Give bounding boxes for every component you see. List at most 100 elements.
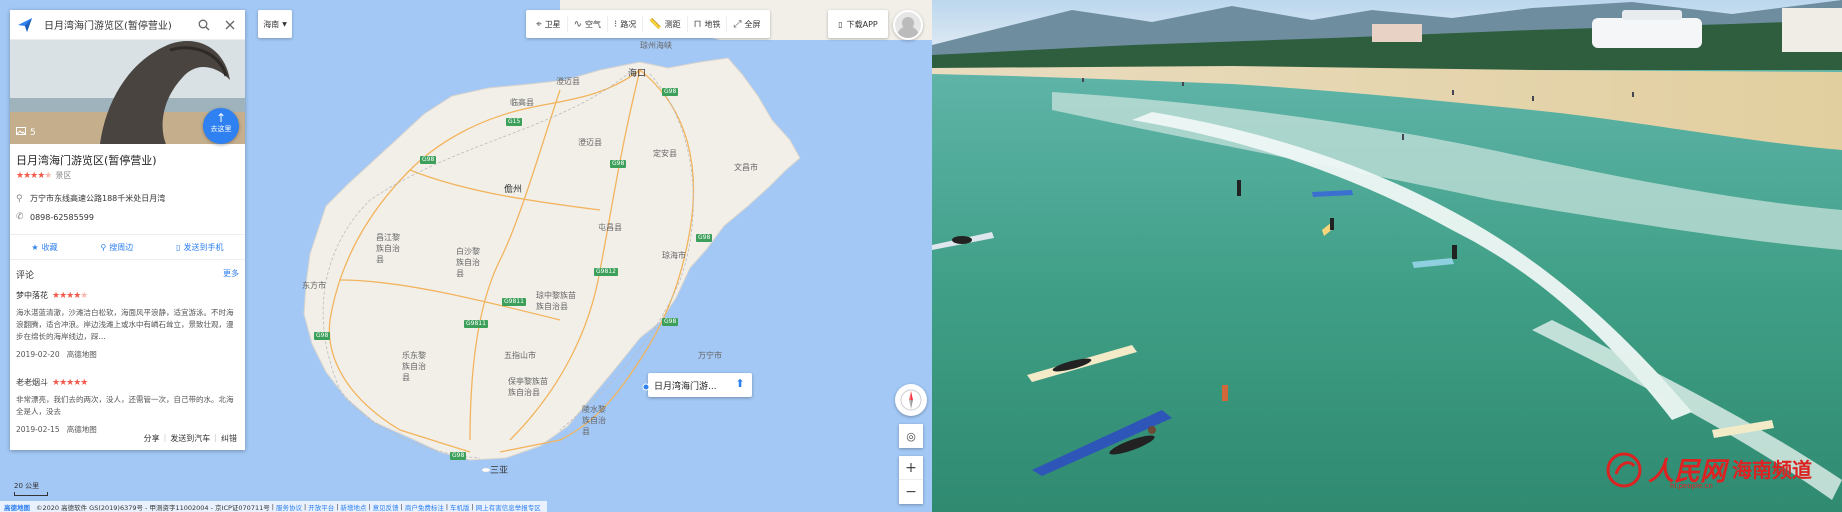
measure-button[interactable]: 📏 测距 bbox=[643, 16, 688, 32]
traffic-light-icon: ⁝ bbox=[614, 18, 618, 30]
reviews-header: 评论 更多 bbox=[10, 260, 245, 285]
poi-title: 日月湾海门游览区(暂停营业) bbox=[16, 154, 157, 167]
review-item: 老老烟斗 ★★★★★ 非常漂亮，我们去的两次，没人，还需管一次，自己带的水。北海… bbox=[10, 372, 245, 441]
phone-icon: ▯ bbox=[838, 19, 843, 29]
review-source: 高德地图 bbox=[66, 425, 97, 434]
copyright-bar: 高德地图 ©2020 高德软件 GS(2019)6379号 - 甲测资字1100… bbox=[0, 501, 547, 512]
road-badge: G98 bbox=[662, 318, 679, 326]
poi-action-bar: ★ 收藏 ⚲ 搜周边 ▯ 发送到手机 bbox=[10, 234, 245, 260]
zoom-control: + − bbox=[899, 456, 923, 504]
subway-icon: ⊓ bbox=[693, 18, 702, 30]
user-avatar[interactable] bbox=[893, 10, 923, 40]
place-label: 万宁市 bbox=[698, 351, 722, 360]
arrow-up-icon: ↑ bbox=[215, 111, 227, 125]
people-cn-watermark: 人民网 海南频道 hi.people.cn bbox=[1606, 451, 1812, 490]
marker-dot-icon bbox=[642, 383, 650, 391]
caret-down-icon: ▼ bbox=[282, 20, 287, 28]
watermark-url: hi.people.cn bbox=[1669, 482, 1713, 490]
place-label: 昌江黎族自治县 bbox=[376, 233, 400, 264]
phone-row: ✆ 0898-62585599 bbox=[10, 208, 245, 226]
send-to-car-button[interactable]: 发送到汽车 bbox=[170, 433, 210, 444]
place-label: 东方市 bbox=[302, 281, 326, 290]
road-badge: G98 bbox=[696, 234, 713, 242]
road-badge: G98 bbox=[610, 160, 627, 168]
zoom-out-button[interactable]: − bbox=[899, 480, 923, 504]
place-label: 海口 bbox=[628, 69, 647, 79]
traffic-button[interactable]: ⁝ 路况 bbox=[608, 16, 644, 32]
place-label: 临高县 bbox=[510, 98, 534, 107]
place-label: 保亭黎族苗族自治县 bbox=[508, 377, 548, 397]
star-icon: ★ bbox=[31, 242, 39, 252]
review-date: 2019-02-15 bbox=[16, 425, 60, 434]
footer-link[interactable]: 意见反馈 bbox=[373, 502, 399, 512]
review-source: 高德地图 bbox=[66, 350, 97, 359]
location-pin-icon: ⚲ bbox=[100, 242, 107, 252]
satellite-icon: ⌖ bbox=[536, 18, 542, 30]
map-scale: 20 公里 bbox=[14, 481, 48, 496]
rating-stars: ★★★★★ bbox=[16, 170, 52, 181]
rating-stars: ★★★★★ bbox=[52, 290, 88, 301]
poi-address: 万宁市东线高速公路188千米处日月湾 bbox=[30, 194, 166, 203]
footer-link[interactable]: 商户免费标注 bbox=[405, 502, 444, 512]
region-select[interactable]: 海南 ▼ bbox=[258, 10, 292, 38]
place-label: 三亚 bbox=[490, 466, 509, 476]
navigate-arrow-icon[interactable]: ⬆ bbox=[732, 377, 748, 393]
fullscreen-icon: ⤢ bbox=[733, 18, 742, 30]
people-logo-icon bbox=[1606, 452, 1642, 487]
road-badge: G98 bbox=[662, 88, 679, 96]
send-to-phone-button[interactable]: ▯ 发送到手机 bbox=[176, 242, 223, 253]
crosshair-icon: ◎ bbox=[906, 429, 916, 443]
footer-link[interactable]: 新增地点 bbox=[340, 502, 366, 512]
place-label: 琼中黎族苗族自治县 bbox=[536, 291, 576, 311]
poi-category: 景区 bbox=[55, 171, 72, 180]
satellite-button[interactable]: ⌖ 卫星 bbox=[530, 16, 568, 32]
air-icon: ∿ bbox=[573, 18, 583, 30]
place-label: 屯昌县 bbox=[598, 223, 622, 232]
amap-logo-icon[interactable] bbox=[16, 16, 34, 34]
footer-link[interactable]: 网上有害信息举报专区 bbox=[476, 502, 541, 512]
route-here-button[interactable]: ↑ 去这里 bbox=[203, 108, 239, 144]
review-author: 梦中落花 bbox=[16, 291, 48, 300]
review-text: 非常漂亮，我们去的两次，没人，还需管一次，自己带的水。北海全是人，没去 bbox=[16, 395, 234, 416]
search-input[interactable] bbox=[44, 19, 187, 30]
nearby-button[interactable]: ⚲ 搜周边 bbox=[100, 242, 133, 253]
download-app-button[interactable]: ▯ 下载APP bbox=[828, 10, 888, 38]
marker-label: 日月湾海门游... bbox=[654, 381, 717, 392]
footer-link[interactable]: 车机版 bbox=[450, 502, 470, 512]
place-label: 儋州 bbox=[504, 185, 523, 195]
locate-me-button[interactable]: ◎ bbox=[899, 424, 923, 448]
place-label: 乐东黎族自治县 bbox=[402, 351, 426, 382]
location-pin-icon: ⚲ bbox=[16, 193, 23, 204]
ruler-icon: 📏 bbox=[649, 18, 662, 30]
place-label: 五指山市 bbox=[504, 351, 536, 360]
place-label: 澄迈县 bbox=[578, 138, 602, 147]
photo-count: 5 bbox=[16, 127, 36, 138]
compass-control[interactable] bbox=[895, 384, 927, 416]
more-reviews-link[interactable]: 更多 bbox=[223, 268, 239, 281]
panel-footer: 分享 | 发送到汽车 | 纠错 bbox=[143, 433, 237, 444]
place-label: 定安县 bbox=[653, 149, 677, 158]
poi-phone: 0898-62585599 bbox=[30, 212, 94, 222]
footer-link[interactable]: 开放平台 bbox=[308, 502, 334, 512]
map-toolbar: ⌖ 卫星 ∿ 空气 ⁝ 路况 📏 测距 ⊓ 地铁 ⤢ 全屏 bbox=[526, 10, 771, 38]
address-row: ⚲ 万宁市东线高速公路188千米处日月湾 bbox=[10, 189, 245, 208]
subway-button[interactable]: ⊓ 地铁 bbox=[688, 16, 728, 32]
amap-brand[interactable]: 高德地图 bbox=[4, 502, 30, 512]
map-view[interactable]: 海口 琼州海峡 儋州 三亚 文昌市 定安县 澄迈县 临高县 屯昌县 琼海市 白沙… bbox=[0, 0, 932, 512]
share-button[interactable]: 分享 bbox=[144, 433, 160, 444]
road-badge: G98 bbox=[450, 452, 467, 460]
footer-link[interactable]: 服务协议 bbox=[276, 502, 302, 512]
poi-map-marker[interactable]: 日月湾海门游... ⬆ bbox=[648, 373, 752, 397]
place-label: 白沙黎族自治县 bbox=[456, 247, 480, 278]
watermark-region: 海南频道 bbox=[1732, 457, 1812, 482]
report-error-button[interactable]: 纠错 bbox=[221, 433, 237, 444]
image-icon bbox=[16, 127, 26, 138]
zoom-in-button[interactable]: + bbox=[899, 456, 923, 480]
rating-stars: ★★★★★ bbox=[52, 377, 88, 388]
close-icon[interactable] bbox=[221, 16, 239, 34]
air-quality-button[interactable]: ∿ 空气 bbox=[568, 16, 609, 32]
fullscreen-button[interactable]: ⤢ 全屏 bbox=[727, 16, 766, 32]
favorite-button[interactable]: ★ 收藏 bbox=[31, 242, 57, 253]
road-badge: G9811 bbox=[502, 298, 526, 306]
search-icon[interactable] bbox=[195, 16, 213, 34]
